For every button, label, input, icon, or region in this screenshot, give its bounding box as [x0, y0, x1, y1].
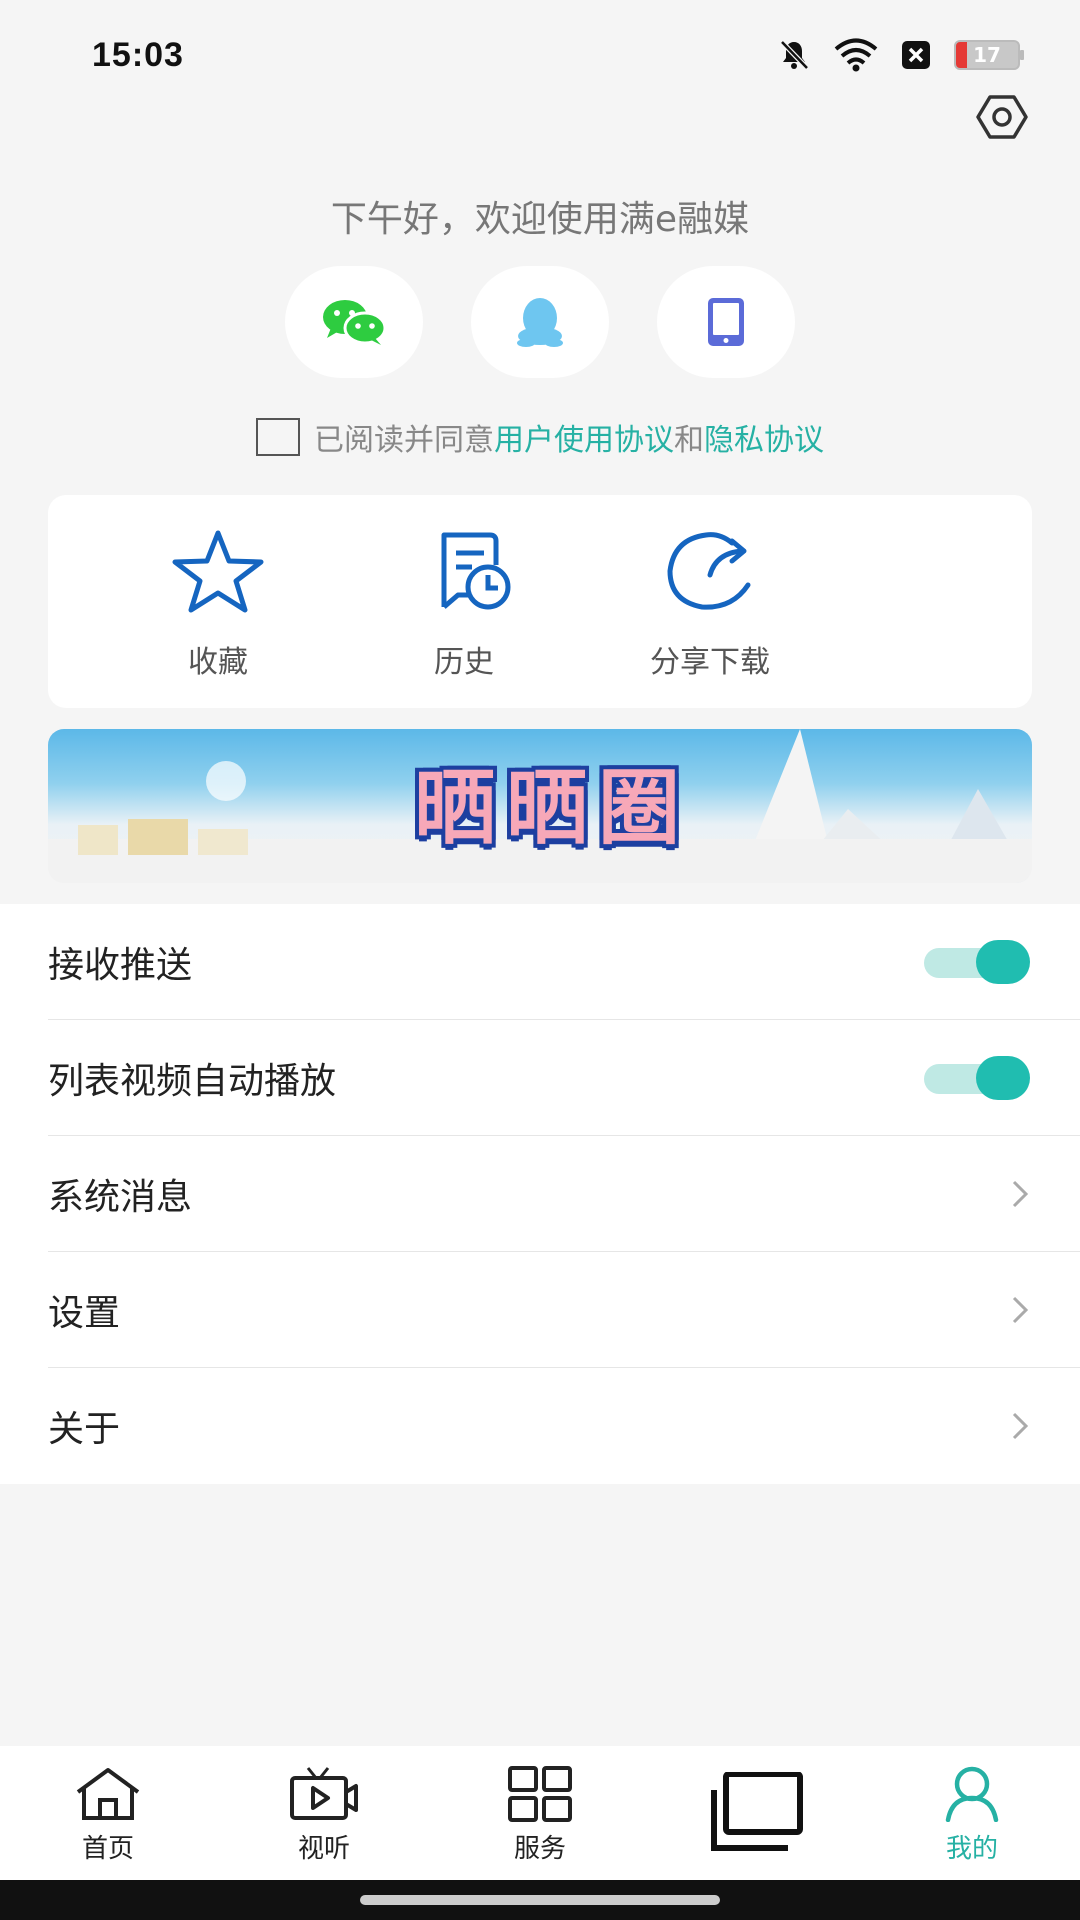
privacy-link[interactable]: 隐私协议 [704, 415, 824, 459]
autoplay-toggle[interactable] [924, 1055, 1030, 1100]
bottom-tab-bar: 首页 视听 服务 我的 [0, 1746, 1080, 1880]
chevron-right-icon [1012, 1412, 1029, 1440]
settings-hexagon-icon[interactable] [976, 94, 1028, 140]
windows-icon [711, 1772, 803, 1851]
menu-label-about: 关于 [48, 1409, 121, 1450]
chevron-right-icon [1012, 1296, 1029, 1323]
phone-icon [708, 298, 744, 346]
tab-windows[interactable] [648, 1746, 864, 1880]
tab-av[interactable]: 视听 [216, 1746, 432, 1880]
quick-label-favorites: 收藏 [188, 645, 248, 680]
push-toggle-knob [976, 939, 1030, 984]
home-icon [76, 1768, 140, 1820]
agreement-conj: 和 [674, 423, 704, 458]
login-options [0, 266, 1080, 378]
mute-bell-icon [780, 40, 809, 70]
tab-services[interactable]: 服务 [432, 1746, 648, 1880]
wifi-icon [834, 38, 878, 72]
tab-label-mine: 我的 [945, 1834, 998, 1864]
home-indicator[interactable] [360, 1895, 720, 1905]
quick-item-share[interactable]: 分享下载 [620, 529, 800, 681]
terms-link[interactable]: 用户使用协议 [494, 415, 674, 459]
status-bar: 15:03 17 [0, 0, 1080, 110]
person-icon [945, 1766, 999, 1822]
agreement-prefix: 已阅读并同意 [314, 423, 494, 458]
chevron-right-icon [1012, 1180, 1029, 1207]
menu-row-about[interactable]: 关于 [48, 1368, 1080, 1484]
menu-label-messages: 系统消息 [48, 1176, 193, 1218]
autoplay-toggle-knob [976, 1055, 1030, 1100]
qq-login-button[interactable] [471, 266, 609, 378]
promo-banner[interactable]: 晒晒圈 [48, 729, 1032, 883]
tab-label-av: 视听 [297, 1834, 350, 1864]
menu-row-messages[interactable]: 系统消息 [48, 1136, 1080, 1252]
menu-label-push: 接收推送 [48, 944, 193, 986]
menu-label-autoplay: 列表视频自动播放 [48, 1060, 337, 1102]
tab-home[interactable]: 首页 [0, 1746, 216, 1880]
star-icon [172, 530, 264, 613]
agree-checkbox[interactable] [256, 418, 300, 456]
push-toggle[interactable] [924, 939, 1030, 984]
settings-menu: 接收推送 列表视频自动播放 系统消息 设置 关于 [0, 904, 1080, 1484]
battery-indicator: 17 [954, 40, 1024, 70]
menu-row-settings[interactable]: 设置 [48, 1252, 1080, 1368]
phone-login-button[interactable] [657, 266, 795, 378]
menu-row-autoplay: 列表视频自动播放 [48, 1020, 1080, 1136]
quick-label-share: 分享下载 [650, 645, 770, 680]
menu-label-settings: 设置 [48, 1292, 121, 1334]
tv-icon [290, 1767, 358, 1820]
status-time: 15:03 [92, 35, 184, 74]
share-icon [667, 532, 751, 610]
grid-icon [508, 1766, 572, 1822]
qq-icon [517, 298, 563, 347]
quick-item-favorites[interactable]: 收藏 [128, 529, 308, 681]
sim-off-icon [902, 41, 930, 69]
quick-item-history[interactable]: 历史 [374, 529, 554, 681]
history-icon [441, 532, 511, 610]
banner-title: 晒晒圈 [413, 761, 690, 856]
tab-mine[interactable]: 我的 [864, 1746, 1080, 1880]
greeting-text: 下午好，欢迎使用满e融媒 [330, 199, 750, 240]
quick-actions-card: 收藏 历史 分享下载 [48, 495, 1032, 708]
tab-label-home: 首页 [81, 1834, 134, 1864]
wechat-login-button[interactable] [285, 266, 423, 378]
menu-row-push: 接收推送 [48, 904, 1080, 1020]
wechat-icon [323, 300, 387, 345]
quick-label-history: 历史 [434, 645, 494, 680]
tab-label-services: 服务 [513, 1834, 566, 1864]
status-icons: 17 [776, 37, 1024, 73]
agreement-row: 已阅读并同意 用户使用协议 和 隐私协议 [0, 415, 1080, 459]
